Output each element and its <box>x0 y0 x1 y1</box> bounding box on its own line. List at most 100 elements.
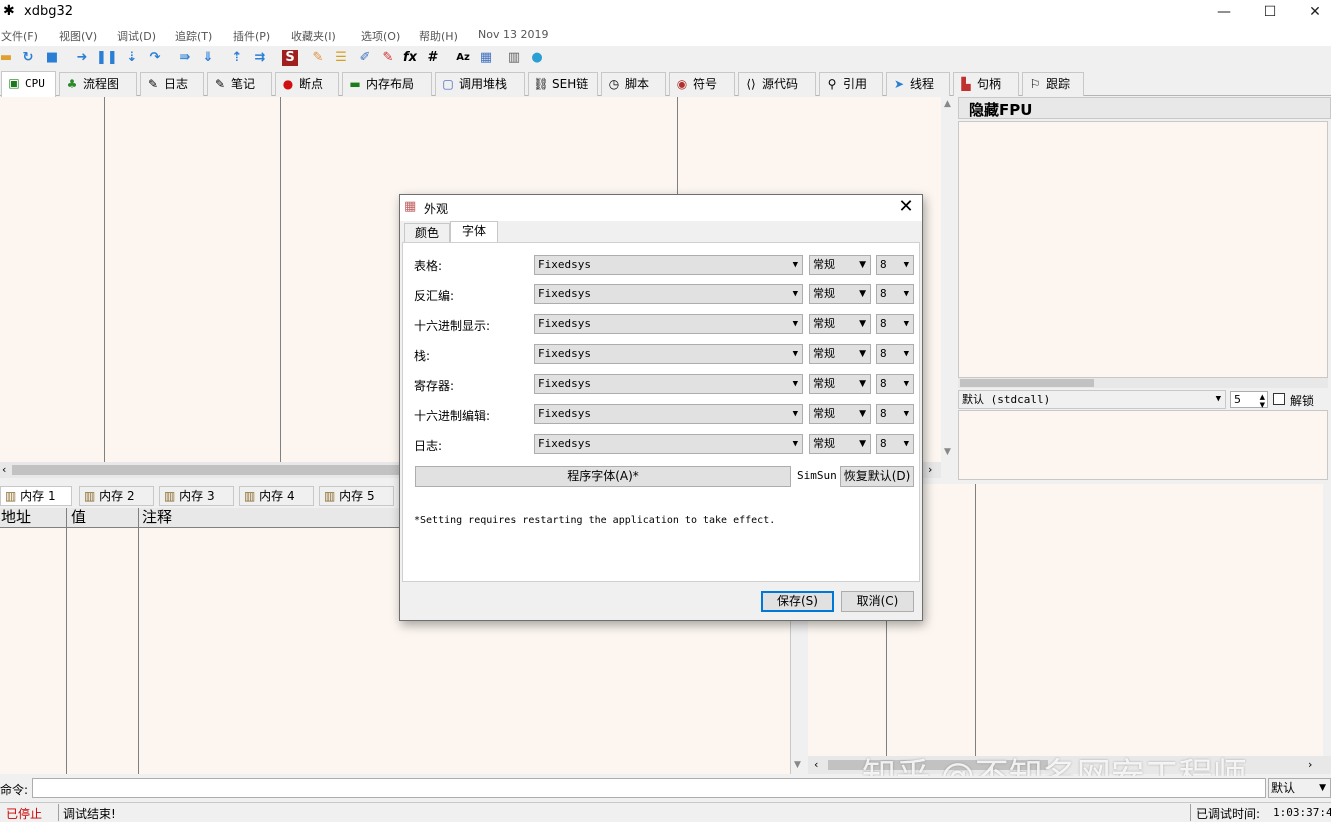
cpu-icon: ▣ <box>8 76 20 90</box>
label-icon[interactable]: ✐ <box>357 50 373 66</box>
size-select-log[interactable]: 8 ▼ <box>876 434 914 454</box>
calculator-icon[interactable]: ▦ <box>478 50 494 66</box>
tab-handles[interactable]: ▙ 句柄 <box>953 72 1019 96</box>
column-comment[interactable]: 注释 <box>142 508 172 526</box>
menu-trace[interactable]: 追踪(T) <box>175 28 212 44</box>
application-font-button[interactable]: 程序字体(A)* <box>415 466 791 487</box>
column-value[interactable]: 值 <box>71 508 86 526</box>
font-select-stack[interactable]: Fixedsys ▼ <box>534 344 803 364</box>
stack-vscroll[interactable] <box>1323 484 1331 756</box>
menu-help[interactable]: 帮助(H) <box>419 28 458 44</box>
calling-convention-select[interactable]: 默认 (stdcall) ▼ <box>958 390 1226 409</box>
run-icon[interactable]: ➜ <box>74 50 90 66</box>
stop-icon[interactable]: ■ <box>44 50 60 66</box>
step-over-icon[interactable]: ↷ <box>147 50 163 66</box>
arguments-pane[interactable] <box>958 410 1328 480</box>
font-select-table[interactable]: Fixedsys ▼ <box>534 255 803 275</box>
size-select-registers[interactable]: 8 ▼ <box>876 374 914 394</box>
menu-options[interactable]: 选项(O) <box>361 28 400 44</box>
open-icon[interactable]: ▬ <box>0 50 14 66</box>
style-select-table[interactable]: 常规 ▼ <box>809 255 871 275</box>
font-select-hex-dump[interactable]: Fixedsys ▼ <box>534 314 803 334</box>
tab-threads[interactable]: ➤ 线程 <box>886 72 950 96</box>
size-select-table[interactable]: 8 ▼ <box>876 255 914 275</box>
globe-icon[interactable]: ● <box>529 50 545 66</box>
registers-pane[interactable] <box>958 121 1328 378</box>
save-button[interactable]: 保存(S) <box>761 591 834 612</box>
arg-count-spinner[interactable]: 5 ▲ ▼ <box>1230 391 1268 409</box>
tab-graph[interactable]: ♣ 流程图 <box>59 72 137 96</box>
memory-tab-5[interactable]: ▥ 内存 5 <box>319 486 394 506</box>
tab-notes[interactable]: ✎ 笔记 <box>207 72 272 96</box>
style-select-registers[interactable]: 常规 ▼ <box>809 374 871 394</box>
hash-icon[interactable]: # <box>425 50 441 66</box>
chevron-down-icon: ▼ <box>1215 394 1221 404</box>
tab-fonts[interactable]: 字体 <box>450 221 498 243</box>
menu-file[interactable]: 文件(F) <box>1 28 38 44</box>
trace-over-icon[interactable]: ⇓ <box>200 50 216 66</box>
font-select-disassembly[interactable]: Fixedsys ▼ <box>534 284 803 304</box>
menu-debug[interactable]: 调试(D) <box>117 28 156 44</box>
memory-tab-3[interactable]: ▥ 内存 3 <box>159 486 234 506</box>
chevron-down-icon: ▼ <box>903 409 909 419</box>
tab-memory-map[interactable]: ▬ 内存布局 <box>342 72 432 96</box>
comment-icon[interactable]: ☰ <box>333 50 349 66</box>
tab-seh-chain[interactable]: ⛓ SEH链 <box>528 72 598 96</box>
tab-breakpoints[interactable]: ● 断点 <box>275 72 339 96</box>
maximize-icon[interactable]: ☐ <box>1247 0 1293 24</box>
size-select-hex-edit[interactable]: 8 ▼ <box>876 404 914 424</box>
memory-icon[interactable]: ▥ <box>506 50 522 66</box>
font-select-hex-edit[interactable]: Fixedsys ▼ <box>534 404 803 424</box>
registers-hscroll[interactable] <box>958 378 1328 388</box>
font-select-registers[interactable]: Fixedsys ▼ <box>534 374 803 394</box>
minimize-icon[interactable]: — <box>1201 0 1247 24</box>
style-select-log[interactable]: 常规 ▼ <box>809 434 871 454</box>
tab-source[interactable]: ⟨⟩ 源代码 <box>738 72 816 96</box>
tab-script[interactable]: ◷ 脚本 <box>601 72 666 96</box>
menu-view[interactable]: 视图(V) <box>59 28 97 44</box>
hide-fpu-toggle[interactable]: 隐藏FPU <box>969 99 1032 120</box>
disassembly-vscroll[interactable]: ▲ ▼ <box>941 97 957 462</box>
pause-icon[interactable]: ❚❚ <box>96 50 118 66</box>
script-icon[interactable]: S <box>282 50 298 66</box>
tab-trace[interactable]: ⚐ 跟踪 <box>1022 72 1084 96</box>
strings-icon[interactable]: Az <box>455 50 471 66</box>
style-select-disassembly[interactable]: 常规 ▼ <box>809 284 871 304</box>
style-select-stack[interactable]: 常规 ▼ <box>809 344 871 364</box>
cancel-button[interactable]: 取消(C) <box>841 591 914 612</box>
memory-tab-1[interactable]: ▥ 内存 1 <box>0 486 72 506</box>
column-address[interactable]: 地址 <box>1 508 31 526</box>
execute-till-return-icon[interactable]: ⇡ <box>229 50 245 66</box>
size-select-disassembly[interactable]: 8 ▼ <box>876 284 914 304</box>
command-mode-select[interactable]: 默认 ▼ <box>1268 778 1331 798</box>
trace-into-icon[interactable]: ⇛ <box>177 50 193 66</box>
unlock-checkbox[interactable] <box>1273 393 1285 405</box>
font-select-log[interactable]: Fixedsys ▼ <box>534 434 803 454</box>
bookmark-icon[interactable]: ✎ <box>380 50 396 66</box>
tab-cpu[interactable]: ▣ CPU <box>1 71 56 97</box>
memory-tab-2[interactable]: ▥ 内存 2 <box>79 486 154 506</box>
size-select-stack[interactable]: 8 ▼ <box>876 344 914 364</box>
restore-default-button[interactable]: 恢复默认(D) <box>840 466 914 487</box>
size-select-hex-dump[interactable]: 8 ▼ <box>876 314 914 334</box>
function-icon[interactable]: fx <box>402 50 418 66</box>
status-bar: 已停止 调试结束! 已调试时间: 1:03:37:40 <box>0 802 1331 822</box>
command-input[interactable] <box>32 778 1266 798</box>
tab-log[interactable]: ✎ 日志 <box>140 72 204 96</box>
tab-colors[interactable]: 颜色 <box>404 223 450 243</box>
memory-tab-4[interactable]: ▥ 内存 4 <box>239 486 314 506</box>
restart-icon[interactable]: ↻ <box>20 50 36 66</box>
menu-plugins[interactable]: 插件(P) <box>233 28 270 44</box>
tab-call-stack[interactable]: ▢ 调用堆栈 <box>435 72 525 96</box>
style-select-hex-dump[interactable]: 常规 ▼ <box>809 314 871 334</box>
tab-references[interactable]: ⚲ 引用 <box>819 72 883 96</box>
restart-note: *Setting requires restarting the applica… <box>414 515 776 526</box>
close-icon[interactable]: ✕ <box>894 196 918 220</box>
patch-icon[interactable]: ✎ <box>310 50 326 66</box>
style-select-hex-edit[interactable]: 常规 ▼ <box>809 404 871 424</box>
step-into-icon[interactable]: ⇣ <box>124 50 140 66</box>
close-icon[interactable]: ✕ <box>1292 0 1331 24</box>
run-to-user-code-icon[interactable]: ⇉ <box>252 50 268 66</box>
tab-symbols[interactable]: ◉ 符号 <box>669 72 735 96</box>
menu-favourites[interactable]: 收藏夹(I) <box>291 28 336 44</box>
